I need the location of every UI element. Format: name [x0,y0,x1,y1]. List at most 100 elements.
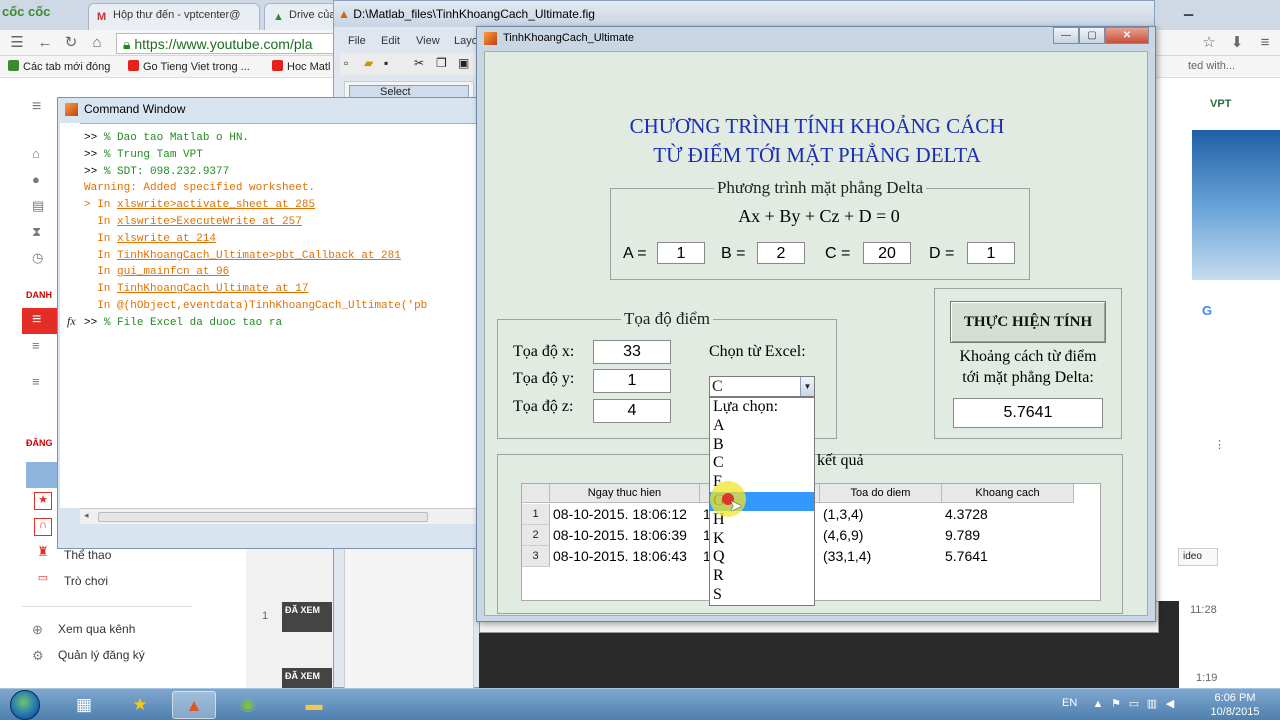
stack-trace-link[interactable]: xlswrite>activate_sheet at 285 [117,199,315,211]
stack-trace-link[interactable]: TinhKhoangCach_Ultimate at 17 [117,283,308,295]
cell-point[interactable]: (1,3,4) [820,504,942,525]
command-window-title[interactable]: Command Window [58,98,476,120]
video-button[interactable]: ideo [1178,548,1218,566]
dropdown-option[interactable]: R [710,567,814,586]
input-y[interactable]: 1 [593,369,671,393]
cell-date[interactable]: 08-10-2015. 18:06:39 [550,525,700,546]
cell-distance[interactable]: 4.3728 [942,504,1074,525]
cell-distance[interactable]: 9.789 [942,525,1074,546]
clock-icon[interactable]: ◷ [32,250,48,265]
scroll-left-icon[interactable]: ◂ [84,510,89,521]
menu-edit[interactable]: Edit [381,35,400,47]
new-file-icon[interactable]: ▫ [344,56,348,70]
matlab-taskbar-icon[interactable]: ▲ [172,691,216,719]
copy-icon[interactable]: ❐ [436,56,447,70]
column-header-point[interactable]: Toa do diem [820,484,942,503]
coccoc-taskbar-icon[interactable]: ◉ [226,691,270,719]
more-menu-icon[interactable]: ≡ [1256,34,1274,52]
network-app-icon[interactable]: ▦ [62,691,106,719]
figure-title[interactable]: TinhKhoangCach_Ultimate [503,32,634,44]
hamburger-icon[interactable]: ≡ [32,98,41,116]
menu-icon[interactable]: ☰ [8,34,26,52]
dropdown-option[interactable]: C [710,454,814,473]
input-b[interactable]: 2 [757,242,805,264]
fx-icon[interactable]: fx [67,314,76,329]
horizontal-scrollbar[interactable]: ◂ [80,508,476,524]
dropdown-option[interactable]: Q [710,548,814,567]
account-icon[interactable]: ● [32,172,48,187]
cell-date[interactable]: 08-10-2015. 18:06:12 [550,504,700,525]
flag-icon[interactable]: ⚑ [1110,698,1122,710]
dropdown-option[interactable]: K [710,530,814,549]
input-z[interactable]: 4 [593,399,671,423]
minimize-browser-button[interactable]: ▁ [1184,2,1193,16]
cut-icon[interactable]: ✂ [414,56,424,70]
tab-gmail[interactable]: M Hộp thư đến - vptcenter@ [88,3,260,30]
address-bar[interactable]: 🔒︎ https://www.youtube.com/pla [116,33,336,54]
minimize-button[interactable]: — [1053,27,1079,44]
sports-icon[interactable]: ♜ [34,544,52,562]
paste-icon[interactable]: ▣ [458,56,469,70]
google-icon[interactable]: G [1196,300,1218,322]
playlist-active-icon[interactable]: ≡ [22,308,58,334]
star-icon[interactable]: ☆ [1200,34,1218,52]
chevron-down-icon[interactable]: ▼ [800,377,814,396]
column-header-distance[interactable]: Khoang cach [942,484,1074,503]
battery-icon[interactable]: ▭ [1128,698,1140,710]
back-icon[interactable]: ← [36,34,54,52]
stack-trace-link[interactable]: TinhKhoangCach_Ultimate>pbt_Callback at … [117,250,401,262]
sidebar-item-sports[interactable]: Thể thao [64,548,111,562]
column-header-date[interactable]: Ngay thuc hien [550,484,700,503]
scrollbar-thumb[interactable] [98,512,428,522]
stack-trace-link[interactable]: xlswrite at 214 [117,233,216,245]
cell-distance[interactable]: 5.7641 [942,546,1074,567]
input-d[interactable]: 1 [967,242,1015,264]
bookmark-go-tieng-viet[interactable]: Go Tieng Viet trong ... [128,60,250,73]
ad-banner-image[interactable] [1192,130,1280,280]
input-a[interactable]: 1 [657,242,705,264]
browser-logo[interactable]: cốc cốc [2,4,50,19]
menu-layout[interactable]: Layo [454,35,478,47]
video-thumbnail[interactable]: ĐÃ XEM [282,602,332,632]
calculate-button[interactable]: THỰC HIỆN TÍNH [950,301,1106,343]
start-button[interactable] [10,690,40,720]
chevron-up-icon[interactable]: ▲ [1092,698,1104,710]
dropdown-option[interactable]: S [710,586,814,605]
more-vertical-icon[interactable]: ⋮ [1214,438,1225,451]
cell-date[interactable]: 08-10-2015. 18:06:43 [550,546,700,567]
sidebar-item-manage-subscriptions[interactable]: Quản lý đăng ký [58,648,145,662]
bookmark-recent-tabs[interactable]: Các tab mới đóng [8,60,110,73]
menu-view[interactable]: View [416,35,440,47]
sidebar-item-games[interactable]: Trò chơi [64,574,108,588]
stack-trace-link[interactable]: xlswrite>ExecuteWrite at 257 [117,216,302,228]
download-icon[interactable]: ⬇ [1228,34,1246,52]
dropdown-option[interactable]: A [710,417,814,436]
history-icon[interactable]: ⧗ [32,224,48,239]
input-c[interactable]: 20 [863,242,911,264]
input-x[interactable]: 33 [593,340,671,364]
save-icon[interactable]: ▪ [384,56,388,70]
sidebar-item-browse-channels[interactable]: Xem qua kênh [58,622,135,636]
playlist-icon[interactable]: ≡ [32,374,48,389]
home-icon[interactable]: ⌂ [32,146,48,161]
stack-trace-link[interactable]: gui_mainfcn at 96 [117,266,229,278]
close-button[interactable]: ✕ [1105,27,1149,44]
clock[interactable]: 6:06 PM 10/8/2015 [1198,691,1272,719]
music-icon[interactable]: ∩ [34,518,52,536]
dropdown-option[interactable]: B [710,436,814,455]
playlist-icon[interactable]: ≡ [32,338,48,353]
command-output[interactable]: >> % Dao tao Matlab o HN. >> % Trung Tam … [80,123,476,508]
cell-point[interactable]: (4,6,9) [820,525,942,546]
network-icon[interactable]: ▥ [1146,698,1158,710]
subscriptions-icon[interactable]: ▤ [32,198,48,213]
tab-drive[interactable]: ▲ Drive của [264,3,338,30]
volume-icon[interactable]: ◀ [1164,698,1176,710]
dropdown-placeholder-option[interactable]: Lựa chọn: [710,398,814,417]
language-indicator[interactable]: EN [1062,697,1077,709]
open-folder-icon[interactable]: ▰ [364,56,373,70]
excel-select[interactable]: C ▼ [709,376,815,397]
games-icon[interactable]: ▭ [34,571,52,585]
explorer-taskbar-icon[interactable]: ▬ [292,691,336,719]
reload-icon[interactable]: ↻ [62,34,80,52]
menu-file[interactable]: File [348,35,366,47]
